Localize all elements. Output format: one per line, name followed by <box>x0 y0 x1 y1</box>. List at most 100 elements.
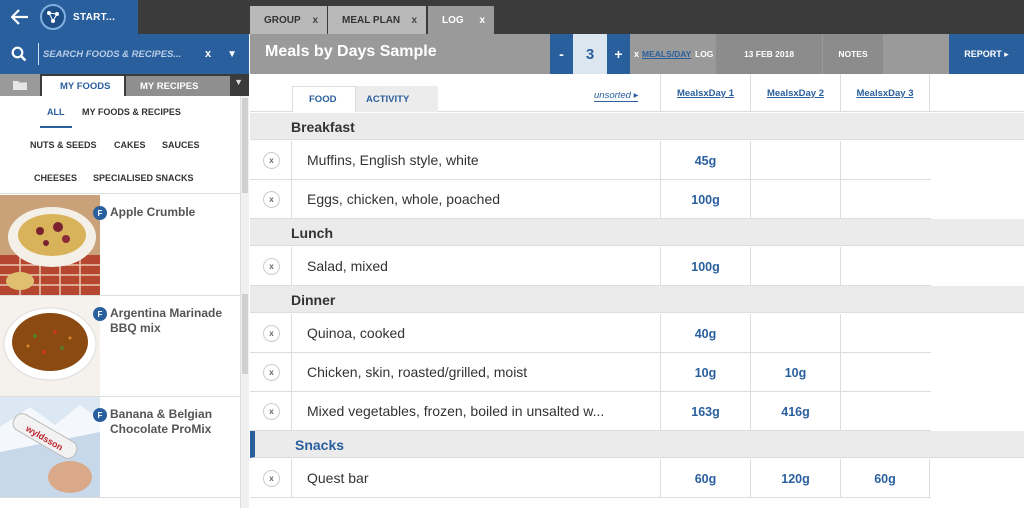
notes-button[interactable]: NOTES <box>823 34 883 74</box>
table-row: x Muffins, English style, white 45g <box>250 141 931 180</box>
remove-item-icon[interactable]: x <box>263 364 280 381</box>
amount-cell[interactable]: 120g <box>750 459 840 498</box>
amount-cell[interactable]: 40g <box>660 314 750 353</box>
day-column-header[interactable]: MealsxDay 3 <box>840 74 930 112</box>
amount-cell[interactable] <box>840 353 930 392</box>
amount-cell[interactable] <box>840 314 930 353</box>
amount-cell[interactable] <box>750 141 840 180</box>
table-row: x Quest bar 60g 120g 60g <box>250 459 931 498</box>
section-label: Breakfast <box>291 119 355 135</box>
amount-cell[interactable] <box>750 314 840 353</box>
day-column-label: MealsxDay 1 <box>676 87 735 99</box>
amount-cell[interactable]: 45g <box>660 141 750 180</box>
day-column-header[interactable]: MealsxDay 2 <box>750 74 840 112</box>
category-cheeses[interactable]: CHEESES <box>34 173 77 183</box>
food-name[interactable]: Salad, mixed <box>307 258 657 274</box>
tab-log[interactable]: LOG x <box>428 6 494 34</box>
report-button[interactable]: REPORT ▸ <box>949 34 1024 74</box>
log-subheader: FOOD ACTIVITY unsorted ▸ MealsxDay 1 Mea… <box>250 74 1024 112</box>
amount-cell[interactable]: 100g <box>660 247 750 286</box>
close-icon[interactable]: x <box>411 15 417 26</box>
remove-item-icon[interactable]: x <box>263 403 280 420</box>
tab-my-recipes[interactable]: MY RECIPES <box>126 76 230 96</box>
food-image <box>0 195 100 295</box>
food-type-badge: F <box>93 408 107 422</box>
amount-cell[interactable]: 10g <box>750 353 840 392</box>
amount-cell[interactable]: 60g <box>840 459 930 498</box>
table-row: x Chicken, skin, roasted/grilled, moist … <box>250 353 931 392</box>
category-cakes[interactable]: CAKES <box>114 140 146 150</box>
food-name[interactable]: Quinoa, cooked <box>307 325 657 341</box>
tab-activity[interactable]: ACTIVITY <box>356 86 438 112</box>
category-nuts-seeds[interactable]: NUTS & SEEDS <box>30 140 97 150</box>
amount-cell[interactable]: 60g <box>660 459 750 498</box>
list-item[interactable]: F Apple Crumble <box>0 195 240 296</box>
food-name[interactable]: Chicken, skin, roasted/grilled, moist <box>307 364 657 380</box>
days-count[interactable]: 3 <box>573 34 607 74</box>
day-column-header[interactable]: MealsxDay 1 <box>660 74 750 112</box>
amount-cell[interactable]: 100g <box>660 180 750 219</box>
close-icon[interactable]: x <box>479 15 485 26</box>
divider <box>291 353 292 392</box>
amount-cell[interactable] <box>840 392 930 431</box>
divider <box>291 180 292 219</box>
increase-days-button[interactable]: + <box>607 34 630 74</box>
remove-item-icon[interactable]: x <box>263 191 280 208</box>
folder-icon[interactable] <box>0 74 40 96</box>
amount-cell[interactable] <box>840 141 930 180</box>
food-source-tabs: MY FOODS MY RECIPES ▼ <box>0 74 249 96</box>
food-type-badge: F <box>93 206 107 220</box>
tab-label: MEAL PLAN <box>342 14 401 26</box>
chevron-down-icon[interactable]: ▼ <box>227 49 237 60</box>
category-all[interactable]: ALL <box>47 107 65 117</box>
list-item[interactable]: F Argentina Marinade BBQ mix <box>0 296 240 397</box>
tab-label: GROUP <box>264 14 301 26</box>
remove-item-icon[interactable]: x <box>263 470 280 487</box>
tab-my-foods[interactable]: MY FOODS <box>42 76 124 96</box>
clear-search-icon[interactable]: x <box>205 48 211 60</box>
amount-cell[interactable] <box>750 180 840 219</box>
food-name[interactable]: Eggs, chicken, whole, poached <box>307 191 657 207</box>
meals-per-day-link[interactable]: MEALS/DAY <box>642 49 691 59</box>
category-specialised-snacks[interactable]: SPECIALISED SNACKS <box>93 173 194 183</box>
scrollbar[interactable] <box>240 96 249 508</box>
sort-dropdown[interactable]: unsorted ▸ <box>594 90 639 102</box>
divider <box>291 247 292 286</box>
tab-group[interactable]: GROUP x <box>250 6 327 34</box>
category-sauces[interactable]: SAUCES <box>162 140 200 150</box>
close-icon[interactable]: x <box>312 15 318 26</box>
search-input[interactable] <box>38 43 188 65</box>
meal-log-header: Meals by Days Sample - 3 + x MEALS/DAY L… <box>250 34 1024 74</box>
table-row: x Quinoa, cooked 40g <box>250 314 931 353</box>
amount-cell[interactable] <box>840 247 930 286</box>
day-column-label: MealsxDay 2 <box>766 87 825 99</box>
category-my-foods-recipes[interactable]: MY FOODS & RECIPES <box>82 107 181 117</box>
food-name[interactable]: Quest bar <box>307 470 657 486</box>
food-list: F Apple Crumble F Argentina Marinade BBQ… <box>0 195 240 508</box>
amount-cell[interactable] <box>750 247 840 286</box>
date-selector[interactable]: 13 FEB 2018 <box>716 34 822 74</box>
back-arrow-icon[interactable] <box>0 0 40 34</box>
start-menu[interactable]: START... <box>0 0 138 34</box>
decrease-days-button[interactable]: - <box>550 34 573 74</box>
search-bar: x ▼ <box>0 34 249 74</box>
remove-item-icon[interactable]: x <box>263 258 280 275</box>
divider <box>291 459 292 498</box>
scrollbar-thumb[interactable] <box>242 98 248 193</box>
food-name[interactable]: Mixed vegetables, frozen, boiled in unsa… <box>307 403 657 419</box>
list-item[interactable]: wyldsson F Banana & Belgian Chocolate Pr… <box>0 397 240 498</box>
food-name[interactable]: Muffins, English style, white <box>307 152 657 168</box>
search-icon[interactable] <box>0 46 38 62</box>
remove-item-icon[interactable]: x <box>263 152 280 169</box>
chevron-down-icon[interactable]: ▼ <box>234 77 243 87</box>
tab-food[interactable]: FOOD <box>292 86 356 112</box>
amount-cell[interactable]: 163g <box>660 392 750 431</box>
start-label[interactable]: START... <box>73 12 115 23</box>
amount-cell[interactable] <box>840 180 930 219</box>
divider <box>291 141 292 180</box>
tab-meal-plan[interactable]: MEAL PLAN x <box>328 6 426 34</box>
remove-item-icon[interactable]: x <box>263 325 280 342</box>
amount-cell[interactable]: 10g <box>660 353 750 392</box>
amount-cell[interactable]: 416g <box>750 392 840 431</box>
table-row: x Mixed vegetables, frozen, boiled in un… <box>250 392 931 431</box>
